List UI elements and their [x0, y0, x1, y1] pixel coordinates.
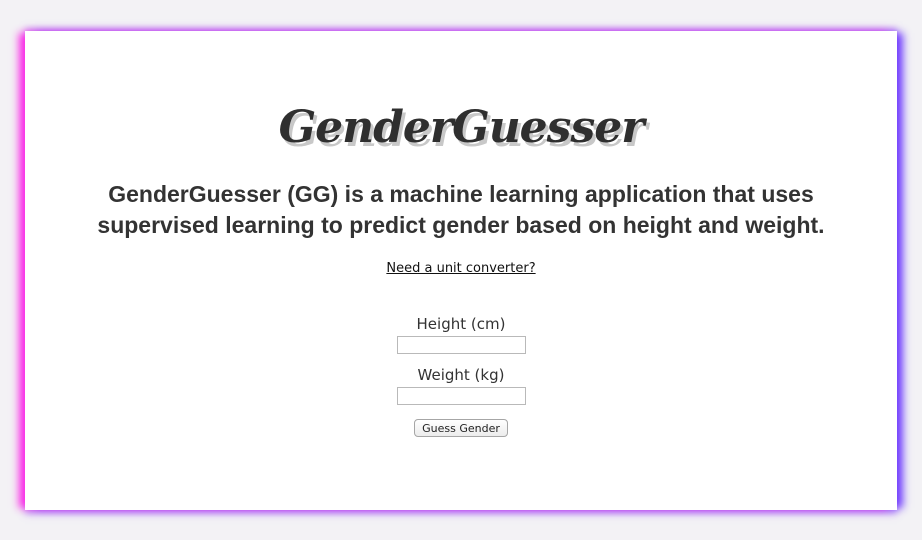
page-background: GenderGuesser GenderGuesser (GG) is a ma…: [0, 0, 922, 540]
unit-converter-link[interactable]: Need a unit converter?: [386, 261, 535, 276]
height-input[interactable]: [396, 336, 526, 354]
height-field-group: Height (cm): [25, 314, 897, 354]
guess-form: Height (cm) Weight (kg) Guess Gender: [25, 314, 897, 437]
height-label: Height (cm): [416, 315, 506, 333]
weight-field-group: Weight (kg): [25, 365, 897, 405]
main-card: GenderGuesser GenderGuesser (GG) is a ma…: [25, 31, 897, 510]
app-logo: GenderGuesser: [278, 102, 645, 153]
weight-input[interactable]: [396, 387, 526, 405]
guess-gender-button[interactable]: Guess Gender: [414, 419, 508, 437]
app-description: GenderGuesser (GG) is a machine learning…: [97, 181, 825, 238]
weight-label: Weight (kg): [417, 366, 505, 384]
